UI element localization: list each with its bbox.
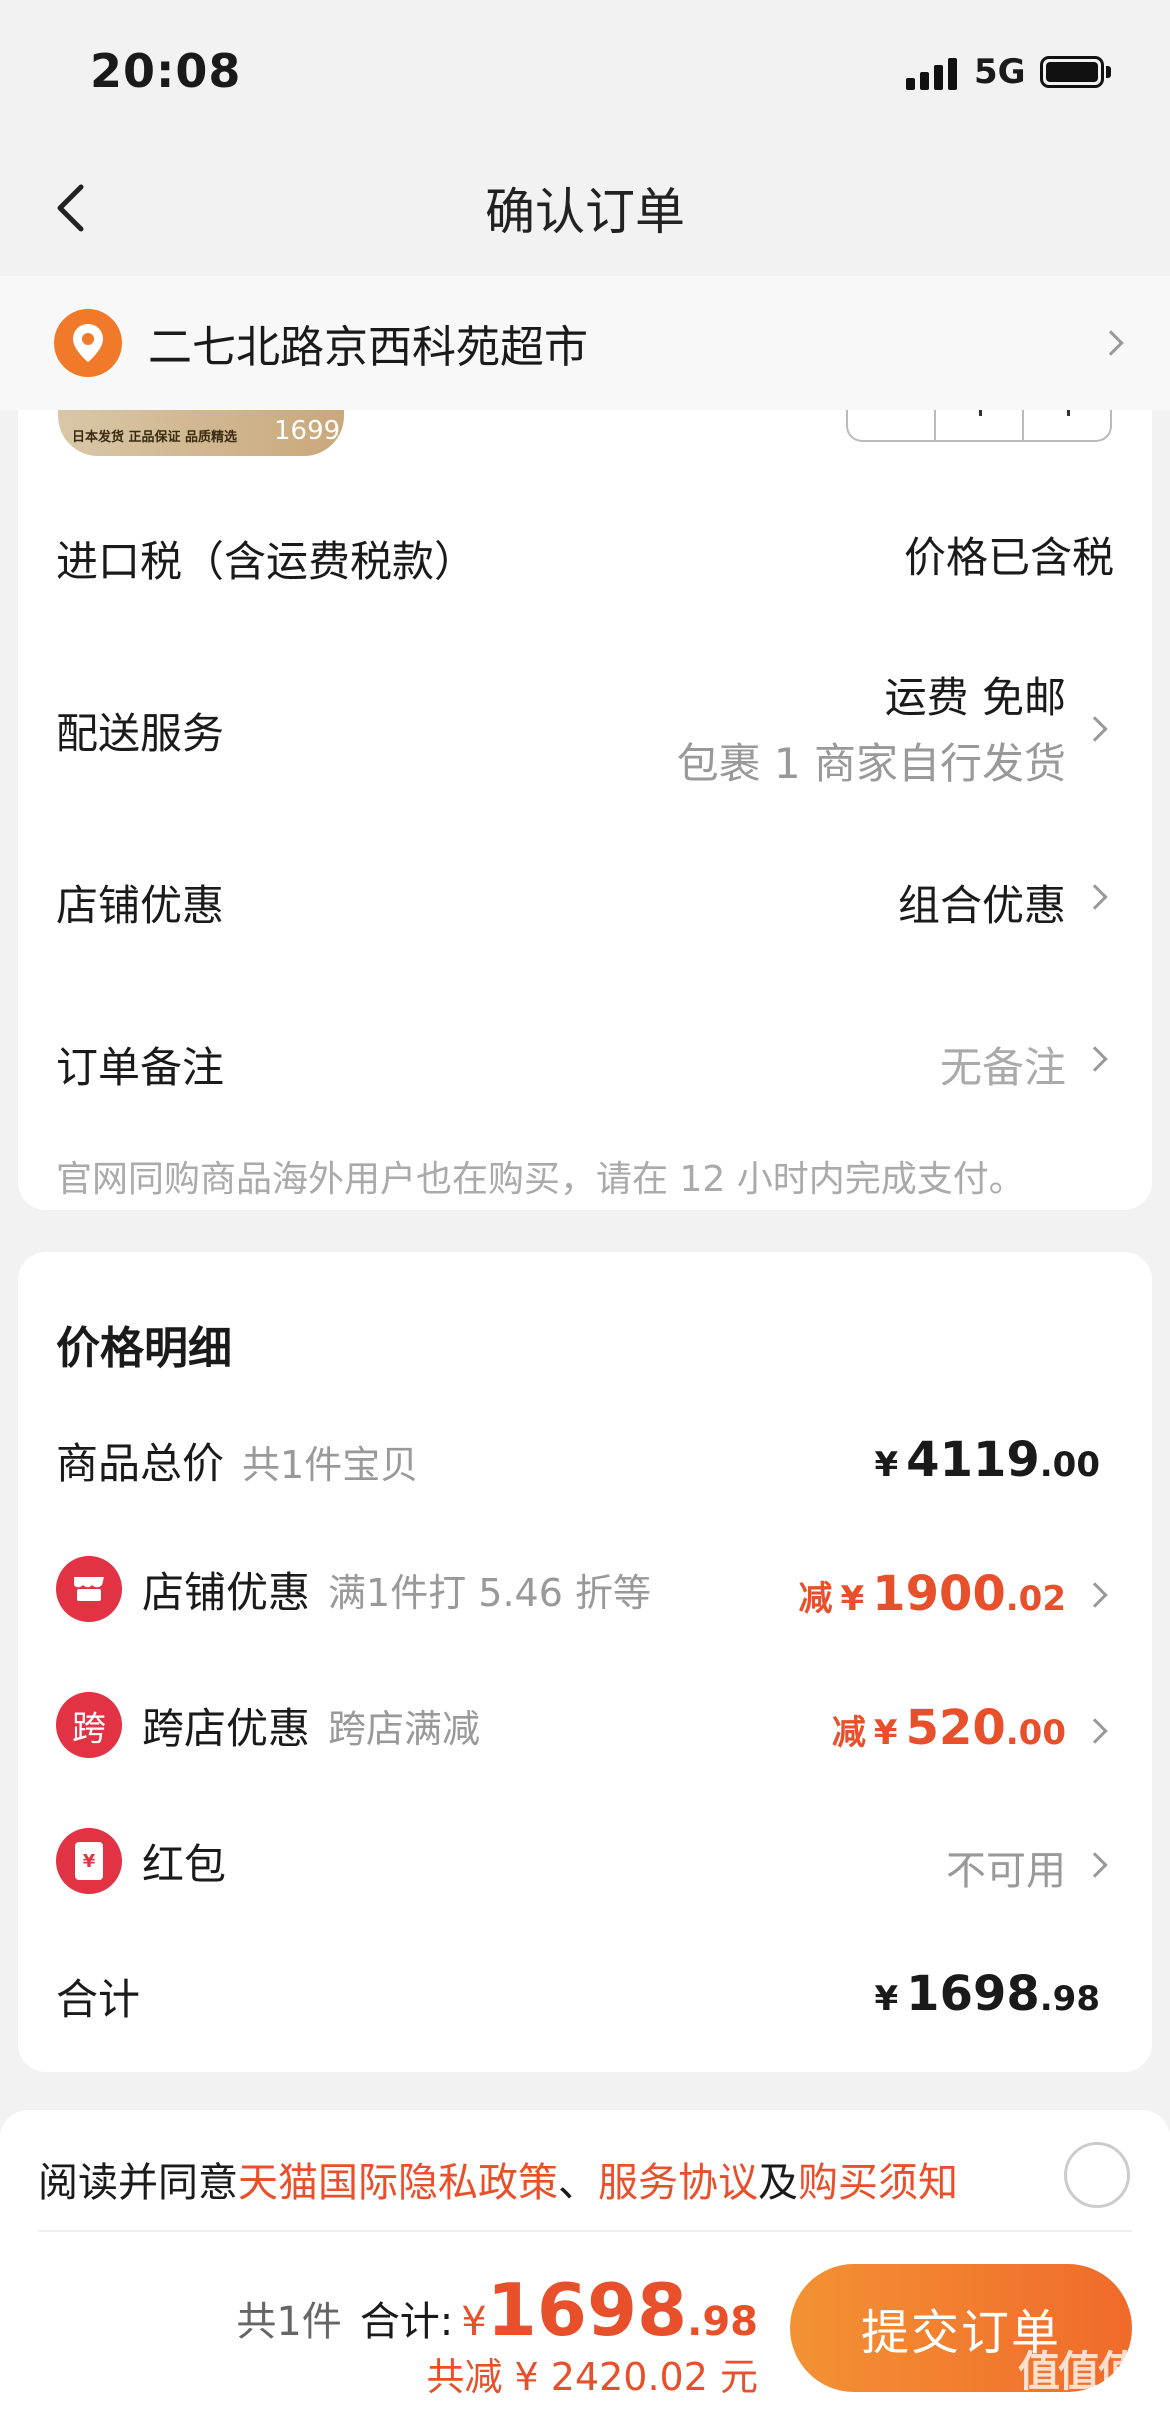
goods-total-label: 商品总价	[56, 1439, 225, 1488]
red-packet-icon: ¥	[56, 1828, 122, 1894]
cross-store-line: 跨 跨店优惠 跨店满减	[56, 1692, 480, 1758]
shipping-value: 运费 免邮	[884, 673, 1066, 722]
red-packet-value: 不可用	[946, 1848, 1066, 1894]
store-discount-label: 店铺优惠	[56, 881, 225, 930]
agree-checkbox[interactable]	[1064, 2142, 1130, 2208]
service-agreement-link[interactable]: 服务协议	[598, 2160, 758, 2206]
agreement-text: 阅读并同意天猫国际隐私政策、服务协议及购买须知	[38, 2160, 958, 2206]
signal-icon	[906, 58, 957, 90]
store-icon	[56, 1556, 122, 1622]
address-text: 二七北路京西科苑超市	[148, 322, 588, 373]
watermark: 值值值	[1018, 2347, 1140, 2396]
product-price-partial: 1699	[274, 416, 341, 446]
delivery-label: 配送服务	[56, 709, 225, 758]
remark-value: 无备注	[939, 1043, 1066, 1092]
import-tax-value: 价格已含税	[903, 533, 1114, 582]
store-discount-amount: 减 ¥1900.02	[798, 1566, 1067, 1622]
store-discount-value: 组合优惠	[897, 881, 1066, 930]
network-label: 5G	[974, 52, 1026, 92]
checkout-total-label: 合计:	[359, 2299, 454, 2345]
price-store-discount-label: 店铺优惠	[142, 1567, 311, 1617]
cross-store-rule: 跨店满减	[328, 1706, 481, 1751]
privacy-policy-link[interactable]: 天猫国际隐私政策	[238, 2160, 558, 2206]
battery-nub	[1106, 66, 1111, 78]
goods-total-row: 商品总价 共1件宝贝	[56, 1430, 418, 1491]
price-detail-card: 价格明细 商品总价 共1件宝贝 ¥4119.00 店铺优惠 满1件打 5.46 …	[18, 1252, 1152, 2072]
chevron-right-icon	[1098, 330, 1124, 356]
delivery-subtext: 包裹 1 商家自行发货	[676, 739, 1066, 788]
price-detail-title: 价格明细	[56, 1323, 232, 1374]
goods-total-amount: ¥4119.00	[874, 1432, 1101, 1488]
payment-notice: 官网同购商品海外用户也在购买，请在 12 小时内完成支付。	[56, 1159, 1025, 1200]
red-packet-line: ¥ 红包	[56, 1828, 226, 1894]
battery-icon	[1040, 56, 1104, 88]
watermark-url: zhizhizhi.com	[1024, 2392, 1119, 2408]
divider	[38, 2230, 1132, 2232]
status-time: 20:08	[90, 44, 242, 98]
checkout-total: 共1件 合计: ¥1698.98	[236, 2268, 758, 2352]
cross-store-label: 跨店优惠	[142, 1703, 311, 1753]
address-bar[interactable]: 二七北路京西科苑超市	[0, 276, 1170, 410]
page-title: 确认订单	[485, 183, 685, 241]
order-info-card: 日本发货 正品保证 品质精选 1699 进口税（含运费税款） 价格已含税 配送服…	[18, 380, 1152, 1210]
cross-store-icon: 跨	[56, 1692, 122, 1758]
remark-label: 订单备注	[56, 1043, 225, 1092]
store-discount-rule: 满1件打 5.46 折等	[328, 1570, 651, 1615]
import-tax-label: 进口税（含运费税款）	[56, 537, 477, 586]
total-saved: 共减 ¥ 2420.02 元	[426, 2355, 758, 2399]
cross-store-amount: 减 ¥520.00	[831, 1700, 1066, 1756]
store-discount-line: 店铺优惠 满1件打 5.46 折等	[56, 1556, 651, 1622]
total-amount: ¥1698.98	[874, 1966, 1101, 2022]
red-packet-label: 红包	[142, 1839, 227, 1889]
location-pin-icon	[54, 309, 122, 377]
goods-count: 共1件宝贝	[242, 1443, 419, 1487]
purchase-notice-link[interactable]: 购买须知	[798, 2160, 958, 2206]
total-label: 合计	[56, 1975, 141, 2024]
product-tags: 日本发货 正品保证 品质精选	[72, 430, 238, 445]
item-count: 共1件	[236, 2299, 342, 2345]
